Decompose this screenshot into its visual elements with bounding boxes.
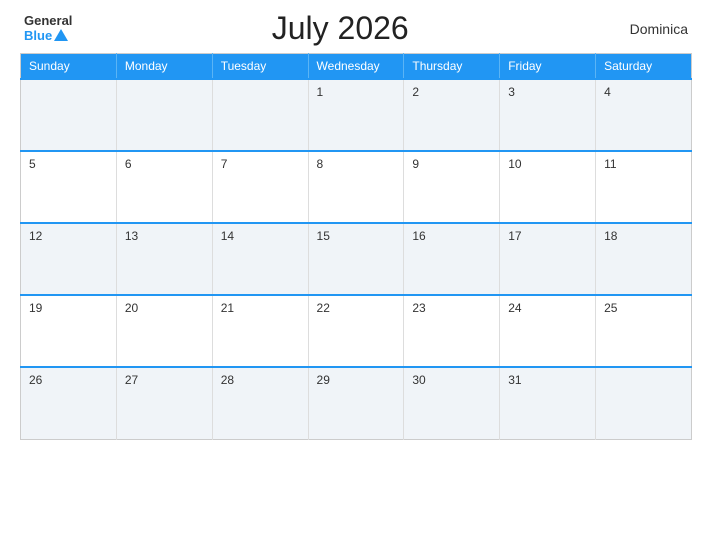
calendar-cell: 13 [116, 223, 212, 295]
day-number: 16 [412, 229, 425, 243]
calendar-cell: 8 [308, 151, 404, 223]
calendar-title: July 2026 [72, 10, 608, 47]
day-number: 27 [125, 373, 138, 387]
day-number: 12 [29, 229, 42, 243]
calendar-cell: 25 [596, 295, 692, 367]
logo-triangle-icon [54, 29, 68, 41]
calendar-header: General Blue July 2026 Dominica [20, 10, 692, 47]
day-number: 2 [412, 85, 419, 99]
week-row-5: 26 27 28 29 30 31 [21, 367, 692, 439]
day-number: 28 [221, 373, 234, 387]
day-number: 29 [317, 373, 330, 387]
day-number: 17 [508, 229, 521, 243]
calendar-table: SundayMondayTuesdayWednesdayThursdayFrid… [20, 53, 692, 440]
calendar-cell [212, 79, 308, 151]
day-number: 3 [508, 85, 515, 99]
calendar-cell: 23 [404, 295, 500, 367]
day-number: 30 [412, 373, 425, 387]
calendar-cell [116, 79, 212, 151]
calendar-cell: 18 [596, 223, 692, 295]
weekday-header-friday: Friday [500, 54, 596, 80]
day-number: 25 [604, 301, 617, 315]
logo-blue-text: Blue [24, 29, 68, 43]
calendar-cell: 30 [404, 367, 500, 439]
calendar-cell: 9 [404, 151, 500, 223]
day-number: 7 [221, 157, 228, 171]
calendar-cell [596, 367, 692, 439]
week-row-1: 1 2 3 4 [21, 79, 692, 151]
day-number: 10 [508, 157, 521, 171]
calendar-cell: 4 [596, 79, 692, 151]
day-number: 6 [125, 157, 132, 171]
calendar-cell: 28 [212, 367, 308, 439]
calendar-cell: 10 [500, 151, 596, 223]
day-number: 14 [221, 229, 234, 243]
calendar-cell: 20 [116, 295, 212, 367]
day-number: 1 [317, 85, 324, 99]
day-number: 21 [221, 301, 234, 315]
day-number: 15 [317, 229, 330, 243]
calendar-cell: 15 [308, 223, 404, 295]
calendar-cell: 31 [500, 367, 596, 439]
calendar-cell: 6 [116, 151, 212, 223]
calendar-cell: 24 [500, 295, 596, 367]
logo: General Blue [24, 14, 72, 43]
calendar-cell: 26 [21, 367, 117, 439]
calendar-cell: 19 [21, 295, 117, 367]
weekday-header-row: SundayMondayTuesdayWednesdayThursdayFrid… [21, 54, 692, 80]
day-number: 4 [604, 85, 611, 99]
day-number: 18 [604, 229, 617, 243]
day-number: 11 [604, 157, 616, 171]
week-row-4: 19 20 21 22 23 24 25 [21, 295, 692, 367]
calendar-cell: 2 [404, 79, 500, 151]
calendar-cell: 27 [116, 367, 212, 439]
day-number: 26 [29, 373, 42, 387]
day-number: 5 [29, 157, 36, 171]
calendar-cell: 5 [21, 151, 117, 223]
calendar-cell: 7 [212, 151, 308, 223]
day-number: 22 [317, 301, 330, 315]
calendar-cell [21, 79, 117, 151]
day-number: 13 [125, 229, 138, 243]
calendar-cell: 16 [404, 223, 500, 295]
day-number: 20 [125, 301, 138, 315]
calendar-cell: 12 [21, 223, 117, 295]
weekday-header-sunday: Sunday [21, 54, 117, 80]
day-number: 23 [412, 301, 425, 315]
weekday-header-monday: Monday [116, 54, 212, 80]
weekday-header-thursday: Thursday [404, 54, 500, 80]
day-number: 9 [412, 157, 419, 171]
calendar-cell: 3 [500, 79, 596, 151]
day-number: 24 [508, 301, 521, 315]
calendar-cell: 29 [308, 367, 404, 439]
weekday-header-saturday: Saturday [596, 54, 692, 80]
day-number: 31 [508, 373, 521, 387]
weekday-header-wednesday: Wednesday [308, 54, 404, 80]
calendar-cell: 1 [308, 79, 404, 151]
logo-general-text: General [24, 14, 72, 28]
calendar-cell: 17 [500, 223, 596, 295]
country-name: Dominica [608, 21, 688, 37]
weekday-header-tuesday: Tuesday [212, 54, 308, 80]
day-number: 8 [317, 157, 324, 171]
calendar-cell: 14 [212, 223, 308, 295]
week-row-2: 5 6 7 8 9 10 11 [21, 151, 692, 223]
calendar-cell: 11 [596, 151, 692, 223]
day-number: 19 [29, 301, 42, 315]
week-row-3: 12 13 14 15 16 17 18 [21, 223, 692, 295]
calendar-cell: 22 [308, 295, 404, 367]
calendar-cell: 21 [212, 295, 308, 367]
